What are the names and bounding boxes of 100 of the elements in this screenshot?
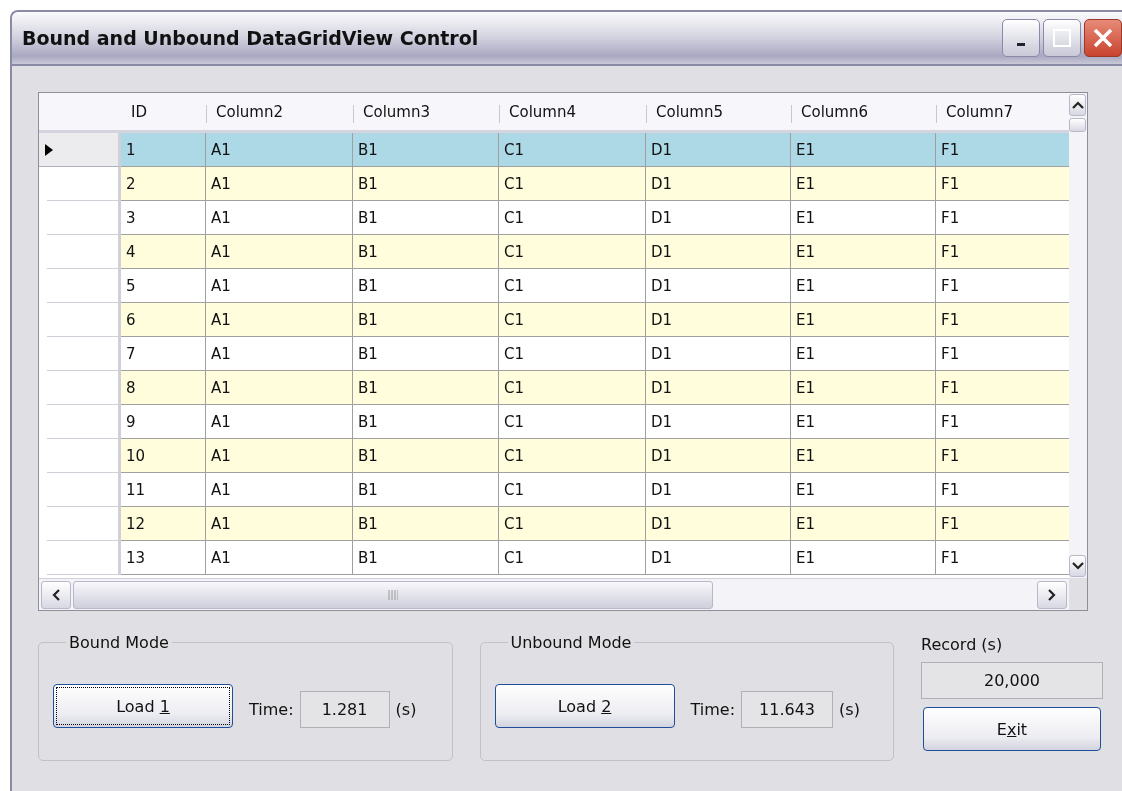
scroll-thumb[interactable] (73, 580, 713, 609)
table-cell: 12 (121, 507, 206, 541)
table-cell: F1 (936, 133, 1069, 167)
table-cell: D1 (646, 371, 791, 405)
time-field: 1.281 (299, 690, 390, 728)
table-cell: C1 (499, 337, 646, 371)
table-cell: 7 (121, 337, 206, 371)
table-cell: C1 (499, 507, 646, 541)
table-cell: 3 (121, 201, 206, 235)
row-header[interactable] (47, 473, 121, 507)
table-cell: A1 (206, 303, 353, 337)
row-header[interactable] (47, 235, 121, 269)
column-header[interactable]: Column3 (353, 93, 499, 133)
table-cell: D1 (646, 201, 791, 235)
table-cell: C1 (499, 235, 646, 269)
row-header[interactable] (39, 133, 121, 167)
table-cell: A1 (206, 133, 353, 167)
column-header[interactable]: Column6 (791, 93, 936, 133)
column-header[interactable]: Column2 (206, 93, 353, 133)
table-cell: 1 (121, 133, 206, 167)
column-header[interactable]: Column7 (936, 93, 1069, 133)
table-cell: 9 (121, 405, 206, 439)
table-cell: 2 (121, 167, 206, 201)
table-cell: C1 (499, 541, 646, 575)
table-cell: C1 (499, 473, 646, 507)
chevron-up-icon (1071, 100, 1084, 110)
row-header[interactable] (47, 337, 121, 371)
close-button[interactable] (1084, 19, 1122, 57)
table-cell: E1 (791, 235, 936, 269)
table-cell: C1 (499, 167, 646, 201)
row-header[interactable] (47, 405, 121, 439)
load-button[interactable]: Load 2 (494, 684, 675, 728)
column-header[interactable]: Column4 (499, 93, 646, 133)
table-cell: C1 (499, 405, 646, 439)
minimize-icon (1017, 42, 1025, 46)
table-cell: C1 (499, 303, 646, 337)
scroll-left-button[interactable] (41, 580, 71, 609)
row-header[interactable] (47, 303, 121, 337)
scroll-right-button[interactable] (1037, 580, 1067, 609)
minimize-button[interactable] (1002, 19, 1040, 57)
horizontal-scrollbar[interactable] (39, 578, 1069, 610)
record-label: Record (s) (921, 635, 1004, 654)
table-cell: B1 (353, 201, 499, 235)
table-cell: B1 (353, 439, 499, 473)
vertical-scrollbar[interactable] (1069, 93, 1087, 578)
chevron-right-icon (1047, 588, 1057, 601)
table-cell: A1 (206, 269, 353, 303)
table-cell: A1 (206, 201, 353, 235)
table-cell: E1 (791, 337, 936, 371)
table-cell: D1 (646, 167, 791, 201)
table-cell: 8 (121, 371, 206, 405)
table-cell: E1 (791, 473, 936, 507)
table-cell: E1 (791, 133, 936, 167)
table-cell: D1 (646, 541, 791, 575)
scroll-down-button[interactable] (1069, 555, 1086, 577)
unit-label: (s) (839, 699, 860, 719)
scroll-up-button[interactable] (1069, 94, 1086, 116)
grip-icon (388, 589, 398, 600)
table-cell: A1 (206, 235, 353, 269)
table-cell: E1 (791, 303, 936, 337)
table-cell: B1 (353, 337, 499, 371)
load-button[interactable]: Load 1 (53, 684, 233, 728)
chevron-down-icon (1071, 561, 1084, 571)
scroll-thumb[interactable] (1069, 118, 1086, 132)
table-cell: D1 (646, 133, 791, 167)
time-label: Time: (249, 699, 294, 719)
row-header[interactable] (47, 439, 121, 473)
table-cell: D1 (646, 337, 791, 371)
table-cell: D1 (646, 303, 791, 337)
table-cell: B1 (353, 405, 499, 439)
table-cell: 6 (121, 303, 206, 337)
table-cell: F1 (936, 439, 1069, 473)
exit-button[interactable]: Exit (923, 707, 1101, 751)
window-title: Bound and Unbound DataGridView Control (22, 27, 479, 49)
row-header[interactable] (47, 371, 121, 405)
table-cell: B1 (353, 303, 499, 337)
table-cell: C1 (499, 269, 646, 303)
table-cell: 4 (121, 235, 206, 269)
table-cell: 13 (121, 541, 206, 575)
table-cell: E1 (791, 201, 936, 235)
table-cell: C1 (499, 439, 646, 473)
table-cell: D1 (646, 507, 791, 541)
table-cell: F1 (936, 167, 1069, 201)
row-header[interactable] (47, 507, 121, 541)
maximize-button[interactable] (1043, 19, 1081, 57)
table-cell: B1 (353, 371, 499, 405)
row-header[interactable] (47, 167, 121, 201)
record-field: 20,000 (921, 662, 1103, 699)
group-title: Unbound Mode (509, 633, 633, 652)
time-field: 11.643 (741, 690, 834, 728)
table-cell: E1 (791, 439, 936, 473)
row-header[interactable] (47, 541, 121, 575)
column-header[interactable]: Column5 (646, 93, 791, 133)
row-header[interactable] (47, 269, 121, 303)
table-cell: D1 (646, 439, 791, 473)
column-header[interactable]: ID (121, 93, 206, 133)
table-cell: D1 (646, 405, 791, 439)
time-label: Time: (690, 699, 736, 719)
row-header[interactable] (47, 201, 121, 235)
unit-label: (s) (395, 699, 417, 719)
